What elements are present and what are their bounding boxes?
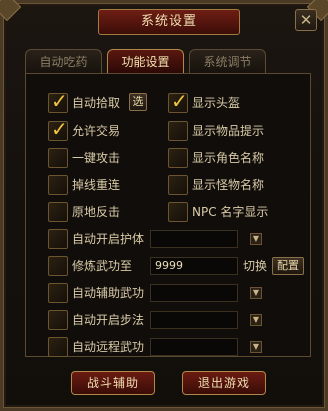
window-title: 系统设置 — [98, 9, 240, 35]
settings-window: 系统设置 ✕ 自动吃药 功能设置 系统调节 ✓ 自动拾取 选 ✓ 允许交易 一键… — [0, 0, 328, 411]
chevron-down-icon[interactable]: ▼ — [250, 341, 262, 353]
option-label: 掉线重连 — [72, 178, 121, 192]
check-icon: ✓ — [51, 117, 68, 141]
option-auto-shield[interactable]: 自动开启护体 — [48, 229, 158, 251]
ranged-skill-field[interactable] — [150, 338, 238, 356]
battle-assist-button[interactable]: 战斗辅助 — [71, 371, 155, 395]
option-auto-support-skill[interactable]: 自动辅助武功 — [48, 283, 158, 305]
pickup-select-button[interactable]: 选 — [129, 93, 147, 111]
checkbox[interactable] — [168, 175, 188, 195]
option-label: 自动辅助武功 — [72, 286, 145, 300]
exit-game-button[interactable]: 退出游戏 — [182, 371, 266, 395]
option-counter-attack[interactable]: 原地反击 — [48, 202, 158, 224]
checkbox[interactable] — [48, 283, 68, 303]
corner-ornament — [0, 0, 22, 22]
chevron-down-icon[interactable]: ▼ — [250, 233, 262, 245]
option-auto-reconnect[interactable]: 掉线重连 — [48, 175, 158, 197]
option-auto-step-skill[interactable]: 自动开启步法 — [48, 310, 158, 332]
checkbox[interactable] — [168, 121, 188, 141]
tab-function-settings[interactable]: 功能设置 — [107, 49, 184, 73]
option-label: 显示角色名称 — [192, 151, 265, 165]
option-label: 修炼武功至 — [72, 259, 133, 273]
option-label: 自动远程武功 — [72, 340, 145, 354]
close-icon: ✕ — [299, 11, 313, 29]
option-show-npc-names[interactable]: NPC 名字显示 — [168, 202, 298, 224]
tab-auto-potion[interactable]: 自动吃药 — [25, 49, 102, 73]
option-show-item-tips[interactable]: 显示物品提示 — [168, 121, 298, 143]
option-auto-ranged-skill[interactable]: 自动远程武功 — [48, 337, 158, 359]
option-label: 允许交易 — [72, 124, 121, 138]
train-level-input[interactable]: 9999 — [150, 257, 238, 275]
close-button[interactable]: ✕ — [295, 9, 317, 31]
option-allow-trade[interactable]: ✓ 允许交易 — [48, 117, 158, 143]
shield-skill-field[interactable] — [150, 230, 238, 248]
tab-system-adjust[interactable]: 系统调节 — [189, 49, 266, 73]
check-icon: ✓ — [51, 89, 68, 113]
checkbox[interactable] — [168, 148, 188, 168]
support-skill-field[interactable] — [150, 284, 238, 302]
option-label: 自动拾取 — [72, 96, 121, 110]
option-one-key-attack[interactable]: 一键攻击 — [48, 148, 158, 170]
option-label: NPC 名字显示 — [192, 205, 269, 219]
option-label: 自动开启步法 — [72, 313, 145, 327]
option-label: 显示头盔 — [192, 96, 241, 110]
option-show-helmet[interactable]: ✓ 显示头盔 — [168, 89, 298, 115]
chevron-down-icon[interactable]: ▼ — [250, 314, 262, 326]
checkbox[interactable] — [48, 310, 68, 330]
checkbox[interactable] — [168, 202, 188, 222]
step-skill-field[interactable] — [150, 311, 238, 329]
checkbox[interactable] — [48, 229, 68, 249]
checkbox[interactable]: ✓ — [48, 117, 68, 141]
switch-label: 切换 — [243, 259, 268, 273]
checkbox[interactable] — [48, 256, 68, 276]
check-icon: ✓ — [171, 89, 188, 113]
option-show-player-names[interactable]: 显示角色名称 — [168, 148, 298, 170]
chevron-down-icon[interactable]: ▼ — [250, 287, 262, 299]
option-label: 显示物品提示 — [192, 124, 265, 138]
option-label: 自动开启护体 — [72, 232, 145, 246]
checkbox[interactable] — [48, 148, 68, 168]
checkbox[interactable] — [48, 337, 68, 357]
option-show-monster-names[interactable]: 显示怪物名称 — [168, 175, 298, 197]
option-label: 一键攻击 — [72, 151, 121, 165]
checkbox[interactable]: ✓ — [168, 89, 188, 113]
config-button[interactable]: 配置 — [272, 257, 304, 275]
checkbox[interactable] — [48, 175, 68, 195]
option-label: 原地反击 — [72, 205, 121, 219]
option-label: 显示怪物名称 — [192, 178, 265, 192]
option-train-skill[interactable]: 修炼武功至 — [48, 256, 148, 278]
checkbox[interactable]: ✓ — [48, 89, 68, 113]
checkbox[interactable] — [48, 202, 68, 222]
